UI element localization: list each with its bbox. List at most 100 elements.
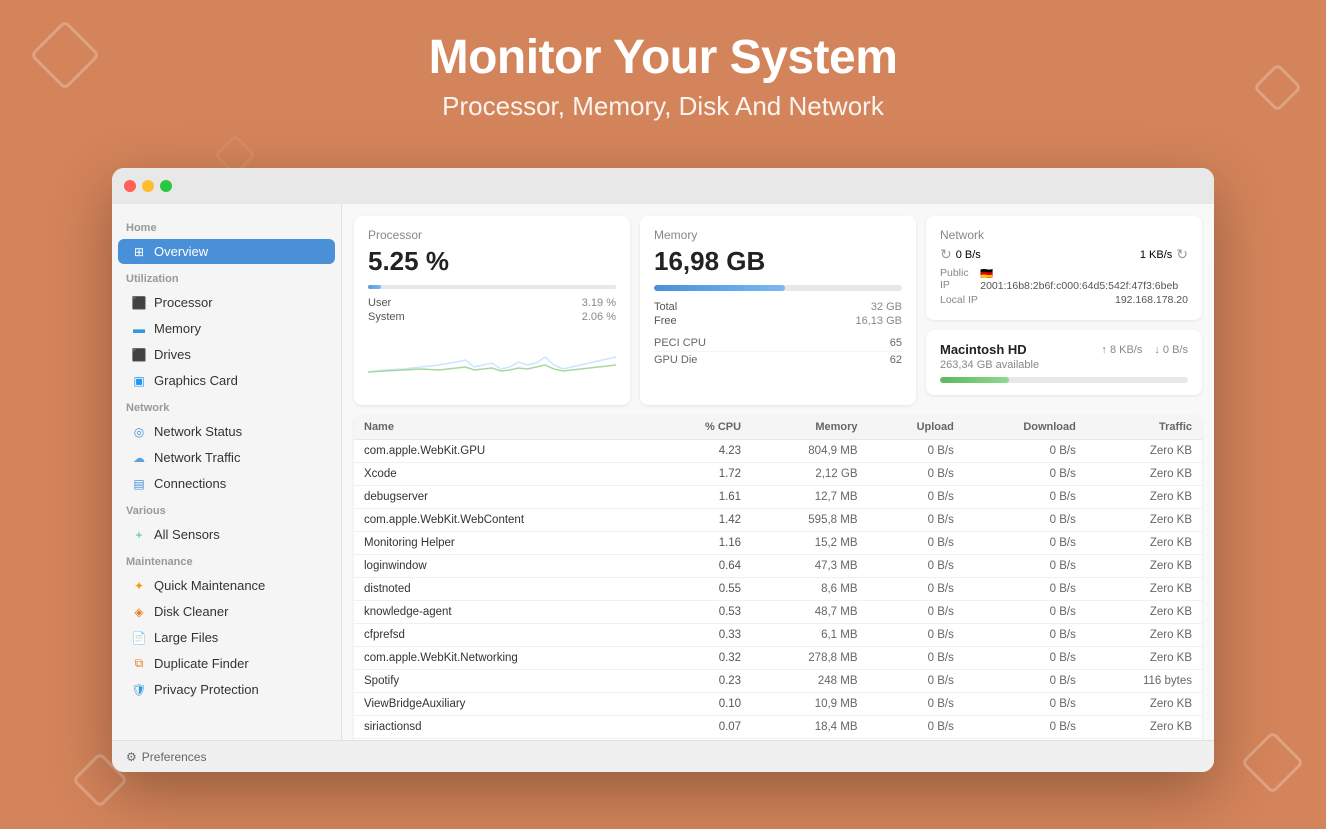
table-row[interactable]: com.apple.WebKit.WebContent 1.42 595,8 M… xyxy=(354,509,1202,532)
table-row[interactable]: loginwindow 0.64 47,3 MB 0 B/s 0 B/s Zer… xyxy=(354,555,1202,578)
memory-card-title: Memory xyxy=(654,228,902,242)
cell-download: 0 B/s xyxy=(964,555,1086,578)
sidebar-item-disk-cleaner[interactable]: ◈ Disk Cleaner xyxy=(118,599,335,624)
close-button[interactable] xyxy=(124,180,136,192)
table-row[interactable]: knowledge-agent 0.53 48,7 MB 0 B/s 0 B/s… xyxy=(354,601,1202,624)
cell-traffic: Zero KB xyxy=(1086,463,1202,486)
table-row[interactable]: com.apple.WebKit.GPU 4.23 804,9 MB 0 B/s… xyxy=(354,440,1202,463)
network-section-label: Network xyxy=(112,394,341,418)
disk-card: Macintosh HD ↑ 8 KB/s ↓ 0 B/s 263,34 GB … xyxy=(926,330,1202,395)
main-content: Processor 5.25 % User 3.19 % System 2.06… xyxy=(342,204,1214,740)
table-row[interactable]: siriactionsd 0.07 18,4 MB 0 B/s 0 B/s Ze… xyxy=(354,716,1202,739)
table-row[interactable]: cfprefsd 0.33 6,1 MB 0 B/s 0 B/s Zero KB xyxy=(354,624,1202,647)
cell-cpu: 0.55 xyxy=(657,578,751,601)
home-section-label: Home xyxy=(112,214,341,238)
top-cards-row: Processor 5.25 % User 3.19 % System 2.06… xyxy=(354,216,1202,405)
disk-speeds: ↑ 8 KB/s ↓ 0 B/s xyxy=(1101,344,1188,356)
minimize-button[interactable] xyxy=(142,180,154,192)
table-row[interactable]: Xcode 1.72 2,12 GB 0 B/s 0 B/s Zero KB xyxy=(354,463,1202,486)
cell-memory: 10,9 MB xyxy=(751,693,867,716)
cell-cpu: 0.23 xyxy=(657,670,751,693)
table-row[interactable]: debugserver 1.61 12,7 MB 0 B/s 0 B/s Zer… xyxy=(354,486,1202,509)
sidebar-item-duplicate-finder[interactable]: ⧉ Duplicate Finder xyxy=(118,651,335,676)
cell-cpu: 0.10 xyxy=(657,693,751,716)
cell-download: 0 B/s xyxy=(964,624,1086,647)
flag-icon: 🇩🇪 xyxy=(980,268,993,280)
cell-cpu: 1.61 xyxy=(657,486,751,509)
processor-user-row: User 3.19 % xyxy=(368,297,616,309)
sidebar-item-quick-maintenance[interactable]: ✦ Quick Maintenance xyxy=(118,573,335,598)
sidebar-item-overview[interactable]: ⊞ Overview xyxy=(118,239,335,264)
disk-write-speed: ↑ 8 KB/s xyxy=(1101,344,1142,356)
cell-upload: 0 B/s xyxy=(868,716,964,739)
memory-total-row: Total 32 GB xyxy=(654,301,902,313)
network-status-icon: ◎ xyxy=(132,425,146,439)
cell-download: 0 B/s xyxy=(964,716,1086,739)
cell-traffic: Zero KB xyxy=(1086,555,1202,578)
main-subtitle: Processor, Memory, Disk And Network xyxy=(0,91,1326,122)
sidebar-item-all-sensors[interactable]: + All Sensors xyxy=(118,522,335,547)
cell-name: debugserver xyxy=(354,486,657,509)
sidebar: Home ⊞ Overview Utilization ⬛ Processor … xyxy=(112,204,342,740)
cell-upload: 0 B/s xyxy=(868,440,964,463)
maximize-button[interactable] xyxy=(160,180,172,192)
table-row[interactable]: com.apple.WebKit.Networking 0.32 278,8 M… xyxy=(354,647,1202,670)
various-section-label: Various xyxy=(112,497,341,521)
sidebar-item-processor[interactable]: ⬛ Processor xyxy=(118,290,335,315)
cell-traffic: Zero KB xyxy=(1086,440,1202,463)
cell-cpu: 0.32 xyxy=(657,647,751,670)
process-table-body: com.apple.WebKit.GPU 4.23 804,9 MB 0 B/s… xyxy=(354,440,1202,741)
cell-name: ViewBridgeAuxiliary xyxy=(354,693,657,716)
cell-memory: 47,3 MB xyxy=(751,555,867,578)
sidebar-item-graphics-card[interactable]: ▣ Graphics Card xyxy=(118,368,335,393)
right-column: Network ↻ 0 B/s 1 KB/s ↻ xyxy=(926,216,1202,405)
col-name: Name xyxy=(354,415,657,440)
cell-download: 0 B/s xyxy=(964,693,1086,716)
table-row[interactable]: Monitoring Helper 1.16 15,2 MB 0 B/s 0 B… xyxy=(354,532,1202,555)
table-row[interactable]: distnoted 0.55 8,6 MB 0 B/s 0 B/s Zero K… xyxy=(354,578,1202,601)
cell-memory: 804,9 MB xyxy=(751,440,867,463)
app-window: Home ⊞ Overview Utilization ⬛ Processor … xyxy=(112,168,1214,772)
disk-card-header: Macintosh HD ↑ 8 KB/s ↓ 0 B/s xyxy=(940,342,1188,357)
preferences-button[interactable]: ⚙ Preferences xyxy=(126,750,206,764)
graphics-icon: ▣ xyxy=(132,374,146,388)
table-row[interactable]: Spotify 0.23 248 MB 0 B/s 0 B/s 116 byte… xyxy=(354,670,1202,693)
cell-memory: 12,7 MB xyxy=(751,486,867,509)
cell-download: 0 B/s xyxy=(964,647,1086,670)
network-traffic-icon: ☁ xyxy=(132,451,146,465)
processor-value: 5.25 % xyxy=(368,246,616,277)
sidebar-item-memory[interactable]: ▬ Memory xyxy=(118,316,335,341)
memory-bar-fill xyxy=(654,285,785,291)
cell-download: 0 B/s xyxy=(964,486,1086,509)
cell-name: siriactionsd xyxy=(354,716,657,739)
cell-memory: 15,2 MB xyxy=(751,532,867,555)
cell-traffic: Zero KB xyxy=(1086,486,1202,509)
cell-name: knowledge-agent xyxy=(354,601,657,624)
cell-traffic: Zero KB xyxy=(1086,601,1202,624)
col-memory: Memory xyxy=(751,415,867,440)
processor-system-row: System 2.06 % xyxy=(368,311,616,323)
memory-free-row: Free 16,13 GB xyxy=(654,315,902,327)
cell-upload: 0 B/s xyxy=(868,624,964,647)
sensors-icon: + xyxy=(132,528,146,542)
table-header-row: Name % CPU Memory Upload Download Traffi… xyxy=(354,415,1202,440)
cell-download: 0 B/s xyxy=(964,601,1086,624)
traffic-lights xyxy=(124,180,172,192)
sidebar-item-privacy-protection[interactable]: 🛡 Privacy Protection xyxy=(118,677,335,702)
utilization-section-label: Utilization xyxy=(112,265,341,289)
cell-cpu: 0.53 xyxy=(657,601,751,624)
sidebar-item-network-traffic[interactable]: ☁ Network Traffic xyxy=(118,445,335,470)
memory-stats: Total 32 GB Free 16,13 GB xyxy=(654,301,902,327)
sidebar-item-network-status[interactable]: ◎ Network Status xyxy=(118,419,335,444)
col-upload: Upload xyxy=(868,415,964,440)
table-row[interactable]: ViewBridgeAuxiliary 0.10 10,9 MB 0 B/s 0… xyxy=(354,693,1202,716)
disk-read-speed: ↓ 0 B/s xyxy=(1154,344,1188,356)
sidebar-item-connections[interactable]: ▤ Connections xyxy=(118,471,335,496)
cell-upload: 0 B/s xyxy=(868,578,964,601)
processor-progress-bg xyxy=(368,285,616,289)
sidebar-item-drives[interactable]: ⬛ Drives xyxy=(118,342,335,367)
col-traffic: Traffic xyxy=(1086,415,1202,440)
cell-download: 0 B/s xyxy=(964,440,1086,463)
sidebar-item-large-files[interactable]: 📄 Large Files xyxy=(118,625,335,650)
cell-cpu: 1.42 xyxy=(657,509,751,532)
